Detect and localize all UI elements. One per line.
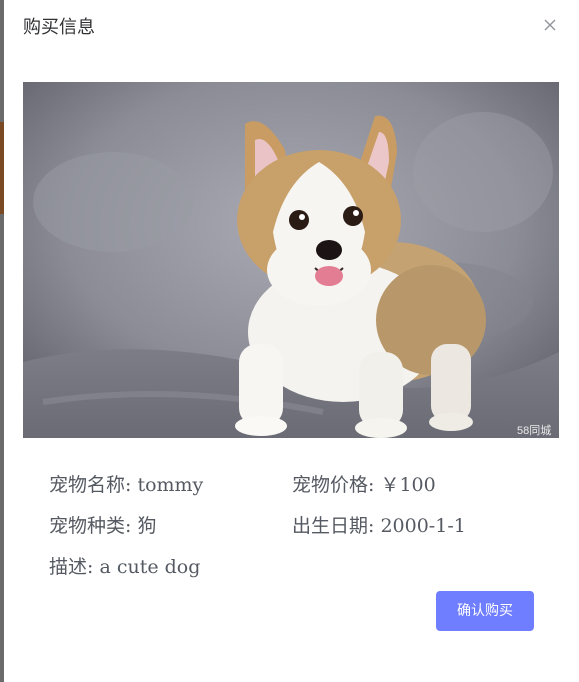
- birth-date-value: 2000-1-1: [380, 515, 466, 537]
- pet-name-label: 宠物名称:: [49, 474, 132, 496]
- pet-type-row: 宠物种类: 狗: [49, 513, 156, 539]
- pet-price-row: 宠物价格: ￥100: [292, 472, 436, 498]
- purchase-dialog: 购买信息 58同城 宠物名称: tommy 宠物价格: ￥100 宠物种类: 狗…: [4, 0, 579, 682]
- dialog-title: 购买信息: [23, 17, 95, 38]
- pet-price-label: 宠物价格:: [292, 474, 375, 496]
- description-value: a cute dog: [99, 556, 201, 578]
- pet-price-value: ￥100: [380, 474, 436, 496]
- pet-name-row: 宠物名称: tommy: [49, 472, 203, 498]
- description-label: 描述:: [49, 556, 94, 578]
- birth-date-label: 出生日期:: [292, 515, 375, 537]
- pet-type-value: 狗: [137, 515, 157, 537]
- description-row: 描述: a cute dog: [49, 554, 200, 580]
- photo-watermark: 58同城: [517, 424, 551, 437]
- pet-name-value: tommy: [137, 474, 204, 496]
- pet-type-label: 宠物种类:: [49, 515, 132, 537]
- close-icon[interactable]: [541, 16, 559, 34]
- birth-date-row: 出生日期: 2000-1-1: [292, 513, 466, 539]
- pet-photo: 58同城: [23, 82, 559, 438]
- confirm-purchase-button[interactable]: 确认购买: [436, 591, 534, 631]
